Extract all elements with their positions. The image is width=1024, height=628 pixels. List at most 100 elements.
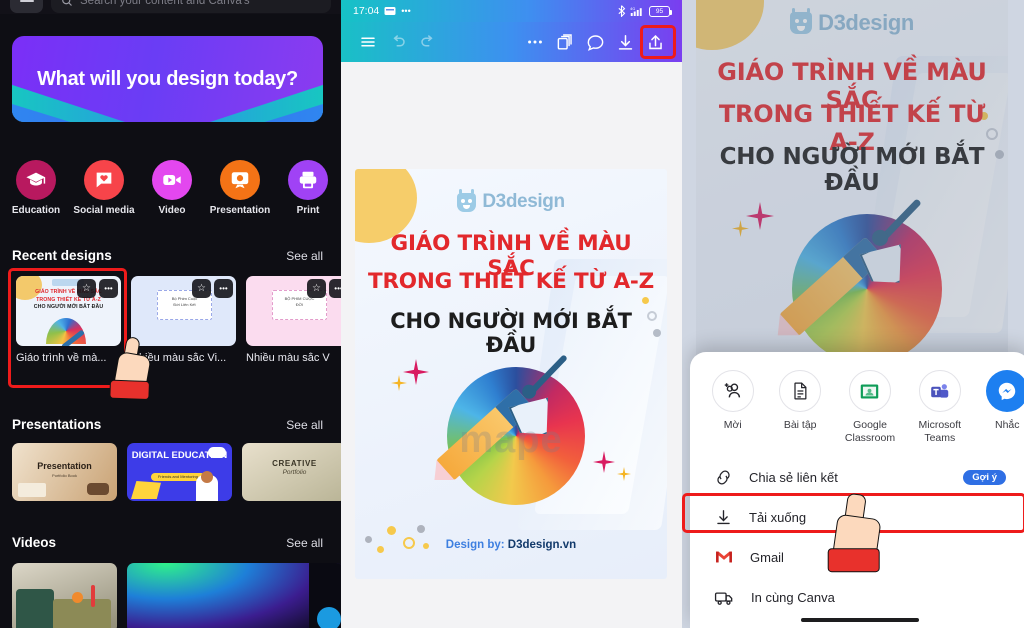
videos-row (12, 563, 341, 628)
section-header-recent-designs: Recent designs See all (12, 248, 323, 263)
presentation-card[interactable]: Presentation Portfolio Book (12, 443, 117, 501)
category-row: Education Social media Video Presentatio… (2, 160, 341, 216)
category-presentation[interactable]: Presentation (206, 160, 274, 216)
more-options-icon[interactable]: ••• (329, 279, 341, 298)
add-person-icon (711, 370, 754, 412)
phone-status-bar: 17:04 ••• 4G 95 (341, 0, 682, 22)
share-sheet-panel: D3design GIÁO TRÌNH VỀ MÀU SẮC TRONG THI… (682, 0, 1024, 628)
recent-design-title: Giáo trình về mà... (16, 352, 107, 364)
printer-icon (288, 160, 328, 200)
share-menu-label: Chia sẻ liên kết (749, 469, 838, 485)
see-all-link[interactable]: See all (286, 536, 323, 550)
video-camera-icon (152, 160, 192, 200)
section-title: Presentations (12, 417, 102, 432)
recent-design-card[interactable]: GIÁO TRÌNH VỀ MÀU SẮC TRONG THIẾT KẾ TỪ A… (16, 276, 121, 364)
star-icon[interactable]: ☆ (307, 279, 326, 298)
category-label: Print (296, 205, 320, 216)
recent-design-title: Nhiều màu sắc V (246, 352, 330, 364)
comment-icon[interactable] (580, 27, 610, 57)
presentation-card[interactable]: CREATIVE Portfolio (242, 443, 341, 501)
thumbnail-actions: ☆ ••• (307, 279, 341, 298)
thumbnail-actions: ☆ ••• (77, 279, 118, 298)
search-input[interactable]: Search your content and Canva's (51, 0, 331, 13)
share-menu-item-copy-link[interactable]: Chia sẻ liên kết Gợi ý (690, 457, 1024, 497)
share-target-assignment[interactable]: Bài tập (777, 370, 822, 445)
hamburger-menu-icon[interactable] (353, 27, 383, 57)
document-icon (779, 370, 822, 412)
recent-design-card[interactable]: Bộ Phim Cuộc Đời Liên Kết ☆ ••• Nhiều màu… (131, 276, 236, 364)
credit-prefix: Design by: (445, 539, 505, 551)
more-horizontal-icon[interactable] (520, 27, 550, 57)
poster-title-line-2: TRONG THIẾT KẾ TỪ A-Z (367, 269, 655, 294)
presentation-card-title: Presentation (37, 461, 92, 471)
undo-icon[interactable] (383, 27, 413, 57)
google-classroom-icon (848, 370, 891, 412)
share-menu-list: Chia sẻ liên kết Gợi ý Tải xuống Gmail I… (690, 457, 1024, 617)
share-bottom-sheet: Mời Bài tập Google Classroom Microsoft T… (690, 352, 1024, 628)
watermark-text: mape (459, 419, 563, 461)
share-target-google-classroom[interactable]: Google Classroom (845, 370, 895, 445)
pages-icon[interactable] (550, 27, 580, 57)
section-header-videos: Videos See all (12, 535, 323, 550)
svg-text:4G: 4G (630, 7, 635, 11)
screenshot-root: Search your content and Canva's What wil… (0, 0, 1024, 628)
editor-toolbar (341, 22, 682, 62)
suggestion-badge: Gợi ý (963, 469, 1006, 485)
share-target-messenger[interactable]: Nhắc (985, 370, 1024, 445)
video-card[interactable] (127, 563, 341, 628)
home-indicator (801, 618, 919, 622)
category-print[interactable]: Print (274, 160, 341, 216)
see-all-link[interactable]: See all (286, 249, 323, 263)
signal-4g-icon: 4G (630, 7, 642, 16)
canva-editor-panel: 17:04 ••• 4G 95 D3design GIÁO TRÌNH VỀ M… (341, 0, 682, 628)
d3design-logo-icon (457, 188, 477, 212)
presentations-row: Presentation Portfolio Book DIGITAL EDUC… (12, 443, 341, 501)
category-video[interactable]: Video (138, 160, 206, 216)
category-education[interactable]: Education (2, 160, 70, 216)
download-icon[interactable] (610, 27, 640, 57)
recent-design-thumbnail[interactable]: Bộ Phim Cuộc Đời Liên Kết ☆ ••• (131, 276, 236, 346)
redo-icon[interactable] (413, 27, 443, 57)
graduation-cap-icon (16, 160, 56, 200)
presentation-card-title: CREATIVE (272, 459, 317, 468)
share-target-invite[interactable]: Mời (710, 370, 755, 445)
share-target-label: Microsoft Teams (918, 419, 962, 445)
category-label: Social media (73, 205, 135, 216)
link-icon (717, 470, 730, 485)
more-options-icon[interactable]: ••• (99, 279, 118, 298)
category-label: Presentation (209, 205, 271, 216)
battery-percent: 95 (655, 7, 664, 15)
recent-design-thumbnail[interactable]: BỘ PHIM CUỘCĐỜI ☆ ••• (246, 276, 341, 346)
share-upload-icon[interactable] (640, 27, 670, 57)
see-all-link[interactable]: See all (286, 418, 323, 432)
presentation-card-subtitle: Portfolio (282, 469, 307, 476)
poster-title-line-3: CHO NGƯỜI MỚI BẮT ĐẦU (390, 309, 632, 357)
share-menu-item-print-with-canva[interactable]: In cùng Canva (690, 577, 1024, 617)
share-target-microsoft-teams[interactable]: Microsoft Teams (917, 370, 962, 445)
more-options-icon[interactable]: ••• (214, 279, 233, 298)
status-more-dots: ••• (401, 6, 411, 16)
share-menu-item-gmail[interactable]: Gmail (690, 537, 1024, 577)
category-social-media[interactable]: Social media (70, 160, 138, 216)
star-icon[interactable]: ☆ (77, 279, 96, 298)
canva-home-panel: Search your content and Canva's What wil… (0, 0, 341, 628)
design-poster[interactable]: D3design GIÁO TRÌNH VỀ MÀU SẮC TRONG THI… (355, 169, 667, 579)
section-title: Recent designs (12, 248, 112, 263)
share-menu-item-download[interactable]: Tải xuống (690, 497, 1024, 537)
share-target-label: Nhắc (995, 419, 1020, 431)
poster-credit: Design by: D3design.vn (355, 539, 667, 551)
hero-banner[interactable]: What will you design today? (12, 36, 323, 122)
bluetooth-icon (618, 5, 626, 17)
recent-design-card[interactable]: BỘ PHIM CUỘCĐỜI ☆ ••• Nhiều màu sắc V (246, 276, 341, 364)
editor-canvas-area[interactable]: D3design GIÁO TRÌNH VỀ MÀU SẮC TRONG THI… (341, 62, 682, 628)
presentation-card[interactable]: DIGITAL EDUCATION Friends and Mentoring (127, 443, 232, 501)
search-icon (62, 0, 72, 6)
star-icon[interactable]: ☆ (192, 279, 211, 298)
share-target-label: Google Classroom (844, 419, 896, 445)
hamburger-menu-button[interactable] (10, 0, 43, 13)
video-card[interactable] (12, 563, 117, 628)
recent-design-thumbnail[interactable]: GIÁO TRÌNH VỀ MÀU SẮC TRONG THIẾT KẾ TỪ A… (16, 276, 121, 346)
hero-headline: What will you design today? (37, 68, 298, 90)
messenger-icon (986, 370, 1024, 412)
section-title: Videos (12, 535, 57, 550)
